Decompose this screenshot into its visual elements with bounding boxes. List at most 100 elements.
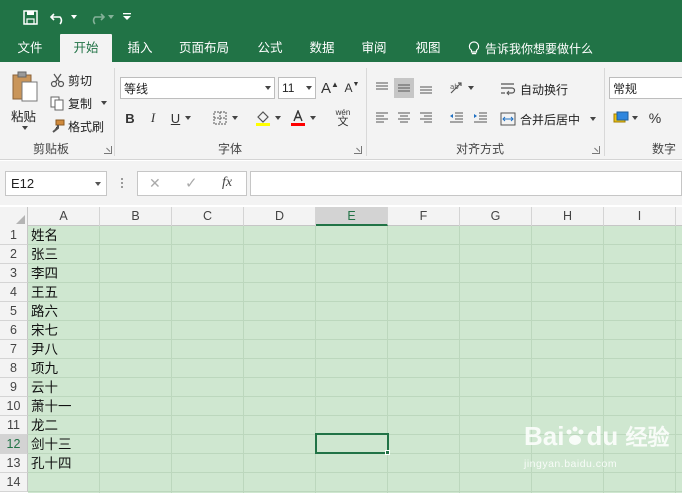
row-header[interactable]: 9 xyxy=(0,378,28,397)
cell-a4[interactable]: 王五 xyxy=(31,283,58,302)
clipboard-dialog-launcher[interactable] xyxy=(104,146,112,154)
font-color-button[interactable] xyxy=(287,108,319,128)
cell-a5[interactable]: 路六 xyxy=(31,302,58,321)
orientation-dropdown-icon[interactable] xyxy=(467,86,474,90)
font-name-select[interactable]: 等线 xyxy=(120,77,275,99)
row-header[interactable]: 11 xyxy=(0,416,28,435)
cell-a2[interactable]: 张三 xyxy=(31,245,58,264)
row-header[interactable]: 1 xyxy=(0,226,28,245)
name-box[interactable]: E12 xyxy=(5,171,107,196)
decrease-indent-button[interactable] xyxy=(446,108,466,128)
row-header[interactable]: 8 xyxy=(0,359,28,378)
tab-file[interactable]: 文件 xyxy=(8,34,52,62)
tab-page-layout[interactable]: 页面布局 xyxy=(170,34,238,62)
insert-function-button[interactable]: fx xyxy=(222,175,232,191)
cancel-icon[interactable]: ✕ xyxy=(149,175,161,192)
tab-insert[interactable]: 插入 xyxy=(118,34,162,62)
row-header[interactable]: 4 xyxy=(0,283,28,302)
row-header[interactable]: 7 xyxy=(0,340,28,359)
cell-a3[interactable]: 李四 xyxy=(31,264,58,283)
paste-dropdown-icon[interactable] xyxy=(22,126,28,130)
number-format-select[interactable]: 常规 xyxy=(609,77,682,99)
align-bottom-button[interactable] xyxy=(416,78,436,98)
redo-dropdown-icon[interactable] xyxy=(107,15,114,19)
orientation-button[interactable]: ab xyxy=(446,78,476,98)
cell-a7[interactable]: 尹八 xyxy=(31,340,58,359)
accounting-format-button[interactable] xyxy=(610,108,640,128)
align-top-button[interactable] xyxy=(372,78,392,98)
enter-icon[interactable]: ✓ xyxy=(185,174,198,192)
italic-button[interactable]: I xyxy=(143,108,163,128)
align-left-button[interactable] xyxy=(372,108,392,128)
undo-dropdown-icon[interactable] xyxy=(70,15,77,19)
row-header[interactable]: 14 xyxy=(0,473,28,492)
formula-input[interactable] xyxy=(250,171,682,196)
row-header[interactable]: 10 xyxy=(0,397,28,416)
select-all-button[interactable] xyxy=(0,207,28,226)
increase-indent-button[interactable] xyxy=(470,108,490,128)
cell-a10[interactable]: 萧十一 xyxy=(31,397,72,416)
tab-formulas[interactable]: 公式 xyxy=(248,34,292,62)
merge-center-button[interactable]: 合并后居中 xyxy=(500,109,597,129)
column-header[interactable]: H xyxy=(532,207,604,226)
row-header[interactable]: 5 xyxy=(0,302,28,321)
grow-font-button[interactable]: A ▲ xyxy=(320,78,340,98)
row-header[interactable]: 2 xyxy=(0,245,28,264)
fill-color-button[interactable] xyxy=(252,108,284,128)
align-right-button[interactable] xyxy=(416,108,436,128)
save-button[interactable] xyxy=(20,6,40,28)
align-center-button[interactable] xyxy=(394,108,414,128)
column-header[interactable]: F xyxy=(388,207,460,226)
wrap-text-button[interactable]: 自动换行 xyxy=(500,79,568,99)
font-size-select[interactable]: 11 xyxy=(278,77,316,99)
tell-me-box[interactable]: 告诉我你想要做什么 xyxy=(468,34,593,62)
customize-qat-button[interactable] xyxy=(120,6,134,28)
copy-button[interactable]: 复制 xyxy=(50,93,108,113)
cell-a13[interactable]: 孔十四 xyxy=(31,454,72,473)
alignment-dialog-launcher[interactable] xyxy=(592,146,600,154)
row-header-selected[interactable]: 12 xyxy=(0,435,28,454)
column-header-selected[interactable]: E xyxy=(316,207,388,226)
underline-dropdown-icon[interactable] xyxy=(185,116,192,120)
tab-data[interactable]: 数据 xyxy=(300,34,344,62)
fill-handle[interactable] xyxy=(385,450,390,455)
align-middle-button[interactable] xyxy=(394,78,414,98)
undo-button[interactable] xyxy=(48,6,78,28)
underline-button[interactable]: U xyxy=(166,108,196,128)
merge-dropdown-icon[interactable] xyxy=(590,117,597,121)
column-header[interactable]: B xyxy=(100,207,172,226)
font-color-dropdown-icon[interactable] xyxy=(310,116,316,120)
column-header[interactable]: D xyxy=(244,207,316,226)
cell-a9[interactable]: 云十 xyxy=(31,378,58,397)
shrink-font-button[interactable]: A ▼ xyxy=(342,78,362,98)
accounting-dropdown-icon[interactable] xyxy=(631,116,638,120)
column-header[interactable]: C xyxy=(172,207,244,226)
cell-a11[interactable]: 龙二 xyxy=(31,416,58,435)
column-header[interactable]: G xyxy=(460,207,532,226)
column-header[interactable]: A xyxy=(28,207,100,226)
font-dialog-launcher[interactable] xyxy=(354,146,362,154)
cell-a8[interactable]: 项九 xyxy=(31,359,58,378)
active-cell-e12[interactable] xyxy=(315,433,389,454)
paste-button[interactable]: 粘贴 xyxy=(8,68,42,132)
percent-button[interactable]: % xyxy=(645,108,665,128)
cell-a6[interactable]: 宋七 xyxy=(31,321,58,340)
tab-home[interactable]: 开始 xyxy=(60,34,112,62)
cell-a12[interactable]: 剑十三 xyxy=(31,435,72,454)
row-header[interactable]: 6 xyxy=(0,321,28,340)
borders-button[interactable] xyxy=(209,108,241,128)
row-header[interactable]: 13 xyxy=(0,454,28,473)
bold-button[interactable]: B xyxy=(120,108,140,128)
borders-dropdown-icon[interactable] xyxy=(231,116,238,120)
column-header[interactable]: I xyxy=(604,207,676,226)
redo-button[interactable] xyxy=(85,6,115,28)
row-header[interactable]: 3 xyxy=(0,264,28,283)
tab-review[interactable]: 审阅 xyxy=(352,34,396,62)
phonetic-button[interactable]: wén 文 xyxy=(328,106,358,130)
copy-dropdown-icon[interactable] xyxy=(101,101,108,105)
tab-view[interactable]: 视图 xyxy=(406,34,450,62)
format-painter-button[interactable]: 格式刷 xyxy=(50,116,104,136)
cell-a1[interactable]: 姓名 xyxy=(31,226,58,245)
fill-color-dropdown-icon[interactable] xyxy=(275,116,281,120)
cut-button[interactable]: 剪切 xyxy=(50,70,92,90)
